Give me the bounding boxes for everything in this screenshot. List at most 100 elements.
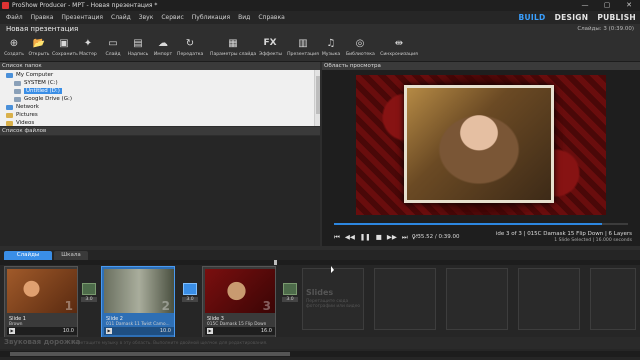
tab-timeline[interactable]: Шкала — [54, 251, 88, 260]
slide-info: ide 3 of 3 | 015C Damask 15 Flip Down | … — [496, 231, 632, 243]
slide-card[interactable]: 3 Slide 3 015C Damask 15 Flip Down ▶ 16.0 — [202, 266, 276, 338]
menu-tools[interactable]: Сервис — [161, 14, 183, 21]
menu-file[interactable]: Файл — [6, 14, 23, 21]
close-button[interactable]: ✕ — [618, 0, 640, 11]
pause-icon[interactable]: ❚❚ — [360, 233, 371, 241]
slide-options-button[interactable]: ▦ Параметры слайда — [210, 37, 256, 61]
open-button[interactable]: 📂 Открыть — [28, 37, 50, 61]
slide-info-sub: 1 Slide Selected | 16.000 seconds — [554, 238, 632, 243]
tree-item-google-drive[interactable]: Google Drive (G:) — [14, 95, 72, 103]
slide-button[interactable]: ▭ Слайд — [104, 37, 122, 61]
preview-stage — [356, 75, 606, 215]
folder-tree[interactable]: My Computer SYSTEM (C:) Untitled (D:) Go… — [0, 70, 320, 126]
slide-duration[interactable]: 16.0 — [261, 328, 272, 334]
slide-card[interactable]: 2 Slide 2 011 Damask 11 Twist Camo... ▶ 1… — [101, 266, 175, 338]
folder-scrollbar[interactable] — [314, 70, 320, 126]
soundtrack-label: Звуковая дорожка — [4, 338, 81, 346]
tree-item-pictures[interactable]: Pictures — [6, 111, 38, 119]
playback-progress[interactable] — [334, 223, 628, 225]
caption-button[interactable]: ▤ Надпись — [127, 37, 149, 61]
wizard-icon: ✦ — [83, 38, 93, 49]
toolbar-label: Открыть — [28, 52, 50, 57]
transition[interactable]: 3.0 — [81, 283, 97, 307]
new-button[interactable]: ⊕ Создать — [4, 37, 24, 61]
empty-hint-text: Перетащите сюда фотографии или видео — [306, 299, 361, 309]
slide-number: 2 — [161, 299, 170, 313]
playhead[interactable] — [274, 260, 277, 265]
scrollbar-thumb[interactable] — [10, 352, 290, 356]
music-icon: ♫ — [326, 38, 336, 49]
minimize-button[interactable]: — — [574, 0, 596, 11]
library-button[interactable]: ◎ Библиотека — [346, 37, 375, 61]
empty-hint: Slides Перетащите сюда фотографии или ви… — [306, 288, 366, 309]
transition-duration[interactable]: 3.0 — [81, 297, 97, 302]
transition[interactable]: 3.0 — [182, 283, 198, 307]
tab-slides[interactable]: Слайды — [4, 251, 52, 260]
save-button[interactable]: ▣ Сохранить — [52, 37, 78, 61]
toolbar-label: Мастер — [79, 52, 97, 57]
empty-slide-slot[interactable] — [446, 268, 508, 330]
tree-item-my-computer[interactable]: My Computer — [6, 71, 53, 79]
play-icon[interactable]: ▶ — [106, 328, 112, 334]
slide-card[interactable]: 1 Slide 1 Brown ▶ 10.0 — [4, 266, 78, 338]
transition-duration[interactable]: 3.0 — [182, 297, 198, 302]
tree-item-system-c[interactable]: SYSTEM (C:) — [14, 79, 58, 87]
tree-item-videos[interactable]: Videos — [6, 119, 34, 126]
mode-build[interactable]: BUILD — [518, 13, 545, 22]
slide-list[interactable]: 1 Slide 1 Brown ▶ 10.0 3.0 2 Slide 2 011 … — [0, 260, 640, 360]
tree-item-network[interactable]: Network — [6, 103, 39, 111]
skip-start-icon[interactable]: ⏮ — [334, 233, 340, 242]
scrollbar-thumb[interactable] — [316, 76, 320, 114]
transition-duration[interactable]: 3.0 — [282, 297, 298, 302]
stop-icon[interactable]: ■ — [376, 233, 382, 241]
slide-list-scrollbar[interactable] — [0, 351, 640, 357]
menu-edit[interactable]: Правка — [31, 14, 54, 21]
play-icon[interactable]: ▶ — [207, 328, 213, 334]
slide-info-text: ide 3 of 3 | 015C Damask 15 Flip Down | … — [495, 231, 632, 237]
toolbar-label: Сохранить — [52, 52, 78, 57]
tree-item-label: Google Drive (G:) — [24, 96, 72, 102]
computer-icon — [6, 72, 13, 78]
sync-button[interactable]: ⇹ Синхронизация — [380, 37, 418, 61]
effects-icon: FX — [263, 38, 277, 48]
menu-publish[interactable]: Публикация — [192, 14, 230, 21]
open-icon: 📂 — [32, 38, 46, 49]
menu-slide[interactable]: Слайд — [111, 14, 131, 21]
project-bar: Новая презентация Слайды: 3 (0:39.00) — [0, 24, 640, 36]
title-bar: ProShow Producer - MPT - Новая презентац… — [0, 0, 640, 11]
skip-end-icon[interactable]: ⏭ — [402, 233, 408, 242]
drive-icon — [14, 96, 21, 102]
wizard-button[interactable]: ✦ Мастер — [78, 37, 98, 61]
window-title: ProShow Producer - MPT - Новая презентац… — [12, 2, 158, 9]
file-list[interactable] — [0, 136, 320, 246]
menu-help[interactable]: Справка — [258, 14, 284, 21]
play-icon[interactable]: ▶ — [9, 328, 15, 334]
slide-duration[interactable]: 10.0 — [63, 328, 74, 334]
soundtrack[interactable]: Звуковая дорожка Перетащите музыку в эту… — [0, 337, 640, 349]
maximize-button[interactable]: ▢ — [596, 0, 618, 11]
effects-button[interactable]: FX Эффекты — [259, 37, 282, 61]
toolbar-label: Импорт — [153, 52, 173, 57]
empty-slide-slot[interactable] — [590, 268, 636, 330]
slide-duration[interactable]: 10.0 — [160, 328, 171, 334]
import-button[interactable]: ☁ Импорт — [153, 37, 173, 61]
transfer-button[interactable]: ↻ Передатка — [177, 37, 203, 61]
transition[interactable]: 3.0 — [282, 283, 298, 307]
forward-icon[interactable]: ▶▶ — [387, 233, 397, 241]
tree-item-label: Untitled (D:) — [24, 88, 62, 94]
menu-audio[interactable]: Звук — [139, 14, 154, 21]
empty-slide-slot[interactable] — [518, 268, 580, 330]
slide-bar: ▶ 10.0 — [7, 327, 77, 335]
empty-slide-slot[interactable] — [374, 268, 436, 330]
show-options-button[interactable]: ▥ Презентация — [287, 37, 319, 61]
rewind-icon[interactable]: ◀◀ — [345, 233, 355, 241]
mode-publish[interactable]: PUBLISH — [597, 13, 636, 22]
menu-show[interactable]: Презентация — [61, 14, 103, 21]
tree-item-label: My Computer — [16, 72, 54, 78]
import-icon: ☁ — [158, 38, 168, 49]
menu-view[interactable]: Вид — [238, 14, 250, 21]
music-button[interactable]: ♫ Музыка — [321, 37, 341, 61]
menu-bar: Файл Правка Презентация Слайд Звук Серви… — [0, 11, 640, 24]
mode-design[interactable]: DESIGN — [555, 13, 589, 22]
tree-item-untitled-d[interactable]: Untitled (D:) — [14, 87, 62, 95]
